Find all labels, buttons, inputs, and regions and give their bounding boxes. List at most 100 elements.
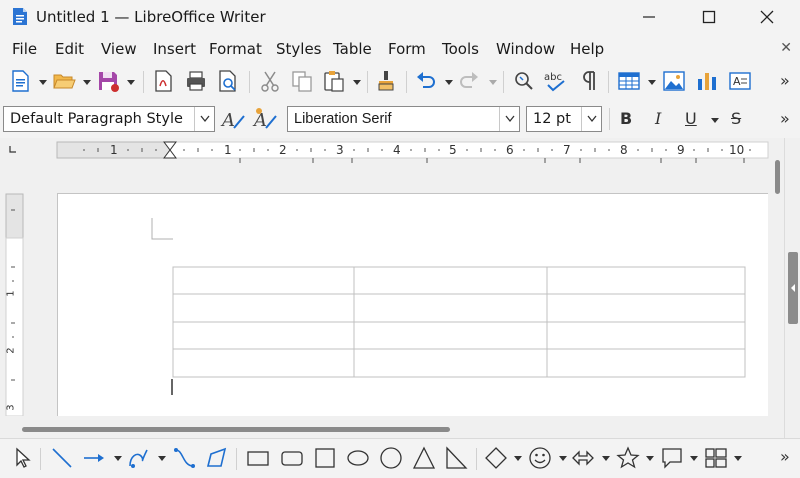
font-size-combo[interactable]: 12 pt (526, 106, 602, 132)
strikethrough-button[interactable]: S (731, 109, 741, 128)
spelling-button[interactable]: abc (543, 69, 569, 95)
close-document-button[interactable]: ✕ (780, 40, 792, 56)
insert-chart-button[interactable] (695, 69, 721, 95)
clone-formatting-button[interactable] (374, 69, 400, 95)
paintbrush-icon (378, 71, 394, 91)
chevron-down-icon[interactable] (489, 80, 497, 86)
menu-table[interactable]: Table (333, 40, 372, 58)
insert-square-button[interactable] (313, 446, 337, 470)
vertical-ruler[interactable]: 1 2 3 (0, 164, 26, 417)
chevron-down-icon[interactable] (127, 80, 135, 86)
undo-button[interactable] (414, 69, 440, 95)
window-title: Untitled 1 — LibreOffice Writer (36, 8, 266, 26)
horizontal-scroll-thumb[interactable] (22, 427, 450, 432)
right-triangle-icon (446, 446, 468, 469)
bold-button[interactable]: B (620, 109, 632, 128)
chevron-down-icon[interactable] (158, 456, 166, 462)
sidebar-toggle-button[interactable] (788, 252, 798, 324)
insert-connector-button[interactable] (173, 446, 197, 470)
document-page[interactable] (57, 193, 768, 416)
chevron-down-icon[interactable] (648, 80, 656, 86)
formatting-overflow-button[interactable]: » (780, 109, 790, 128)
insert-table-button[interactable] (617, 69, 643, 95)
chevron-down-icon[interactable] (445, 80, 453, 86)
curves-polygons-button[interactable] (127, 446, 151, 470)
horizontal-ruler[interactable]: 1 1 2 3 4 5 6 7 8 9 10 (0, 138, 770, 164)
menu-tools[interactable]: Tools (442, 40, 479, 58)
chevron-down-icon[interactable] (559, 456, 567, 462)
insert-polygon-button[interactable] (205, 446, 229, 470)
minimize-button[interactable] (626, 0, 672, 34)
menu-view[interactable]: View (101, 40, 137, 58)
menu-file[interactable]: File (12, 40, 37, 58)
insert-text-box-button[interactable]: A (728, 69, 754, 95)
toolbar-overflow-button[interactable]: » (780, 71, 790, 90)
insert-circle-button[interactable] (379, 446, 403, 470)
menu-help[interactable]: Help (570, 40, 604, 58)
menu-format[interactable]: Format (209, 40, 262, 58)
chevron-down-icon[interactable] (690, 456, 698, 462)
find-replace-button[interactable] (511, 69, 537, 95)
chevron-down-icon[interactable] (83, 80, 91, 86)
chevron-down-icon[interactable] (646, 456, 654, 462)
menu-styles[interactable]: Styles (276, 40, 322, 58)
symbol-shapes-button[interactable] (528, 446, 552, 470)
drawing-overflow-button[interactable]: » (780, 447, 790, 466)
print-button[interactable] (184, 69, 210, 95)
new-style-button[interactable]: A (252, 106, 278, 132)
italic-button[interactable]: I (655, 109, 661, 128)
close-button[interactable] (744, 0, 790, 34)
connector-icon (174, 448, 195, 468)
block-arrows-button[interactable] (571, 446, 595, 470)
callout-shapes-button[interactable] (660, 446, 684, 470)
menu-insert[interactable]: Insert (153, 40, 196, 58)
ruler-label: 1 (5, 290, 17, 297)
font-size-dropdown[interactable] (581, 107, 601, 131)
insert-right-triangle-button[interactable] (444, 446, 468, 470)
chevron-down-icon[interactable] (114, 456, 122, 462)
maximize-button[interactable] (686, 0, 732, 34)
paragraph-style-combo[interactable]: Default Paragraph Style (3, 106, 215, 132)
close-icon (760, 10, 774, 24)
chevron-left-icon (791, 284, 795, 292)
stars-banners-button[interactable] (616, 446, 640, 470)
export-pdf-button[interactable] (151, 69, 177, 95)
menu-form[interactable]: Form (388, 40, 426, 58)
formatting-marks-button[interactable] (578, 69, 604, 95)
find-replace-icon (515, 72, 533, 90)
new-document-button[interactable] (9, 69, 35, 95)
chevron-down-icon[interactable] (353, 80, 361, 86)
update-style-button[interactable]: A (220, 106, 246, 132)
flowchart-shapes-button[interactable] (704, 446, 728, 470)
insert-image-button[interactable] (662, 69, 688, 95)
paste-button[interactable] (322, 69, 348, 95)
vertical-scroll-thumb[interactable] (775, 160, 780, 194)
open-button[interactable] (52, 69, 78, 95)
chevron-down-icon[interactable] (602, 456, 610, 462)
menu-edit[interactable]: Edit (55, 40, 84, 58)
cut-button[interactable] (258, 69, 284, 95)
insert-line-button[interactable] (50, 446, 74, 470)
chevron-down-icon[interactable] (734, 456, 742, 462)
toolbar-separator (143, 71, 144, 93)
save-button[interactable] (96, 69, 122, 95)
chevron-down-icon[interactable] (39, 80, 47, 86)
chevron-down-icon[interactable] (711, 118, 719, 124)
insert-rounded-rectangle-button[interactable] (280, 446, 304, 470)
insert-ellipse-button[interactable] (346, 446, 370, 470)
redo-button[interactable] (457, 69, 483, 95)
menu-window[interactable]: Window (496, 40, 555, 58)
font-name-dropdown[interactable] (499, 107, 519, 131)
print-preview-button[interactable] (216, 69, 242, 95)
insert-rectangle-button[interactable] (246, 446, 270, 470)
chevron-down-icon[interactable] (514, 456, 522, 462)
paragraph-style-dropdown[interactable] (194, 107, 214, 131)
toolbar-separator (503, 71, 504, 93)
font-name-combo[interactable]: Liberation Serif (287, 106, 520, 132)
copy-button[interactable] (290, 69, 316, 95)
select-button[interactable] (11, 446, 35, 470)
basic-shapes-button[interactable] (484, 446, 508, 470)
insert-triangle-button[interactable] (412, 446, 436, 470)
insert-arrow-line-button[interactable] (82, 446, 106, 470)
underline-button[interactable]: U (685, 109, 697, 128)
